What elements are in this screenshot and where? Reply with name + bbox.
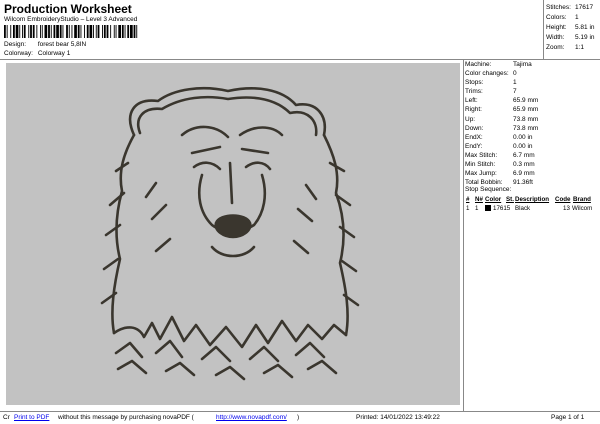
printed-timestamp: Printed: 14/01/2022 13:49:22: [356, 414, 440, 421]
design-value: forest bear 5,8IN: [37, 41, 87, 48]
bear-embroidery-image: [100, 86, 360, 381]
design-label: Design:: [4, 41, 27, 48]
summary-stats: Stitches: 17617 Colors: 1 Height: 5.81 in W…: [546, 3, 598, 53]
design-row: Design: forest bear 5,8IN: [4, 41, 86, 48]
stat-zoom: Zoom: 1:1: [546, 44, 585, 51]
detail-row: Min Stitch: 0.3 mm: [465, 161, 535, 169]
detail-row: Right: 65.9 mm: [465, 106, 539, 114]
barcode: [4, 25, 138, 38]
novapdf-url-link[interactable]: http://www.novapdf.com/: [216, 414, 287, 421]
table-header: # N# Color St. Description Code Brand: [466, 196, 591, 203]
table-row: 1 1 17615 Black 13 Wilcom: [466, 205, 593, 212]
software-subtitle: Wilcom EmbroideryStudio – Level 3 Advanc…: [4, 16, 138, 23]
page-title: Production Worksheet: [4, 2, 132, 16]
detail-row: Max Stitch: 6.7 mm: [465, 151, 535, 159]
design-preview: [6, 63, 460, 405]
stat-colors: Colors: 1: [546, 14, 579, 21]
detail-row: Left: 65.9 mm: [465, 97, 539, 105]
footer-cr: Cr: [3, 414, 10, 421]
detail-row: Up: 73.8 mm: [465, 115, 539, 123]
stats-divider: [543, 0, 544, 59]
novapdf-message: without this message by purchasing novaP…: [58, 414, 194, 421]
colorway-value: Colorway 1: [37, 50, 71, 57]
colorway-label: Colorway:: [4, 50, 33, 57]
detail-row: Color changes: 0: [465, 70, 517, 78]
stat-width: Width: 5.19 in: [546, 34, 595, 41]
detail-row: EndY: 0.00 in: [465, 142, 533, 150]
colorway-row: Colorway: Colorway 1: [4, 50, 70, 57]
detail-row: EndX: 0.00 in: [465, 133, 533, 141]
detail-row: Machine: Tajima: [465, 61, 532, 68]
detail-row: Down: 73.8 mm: [465, 124, 539, 132]
footer: Cr Print to PDF without this message by …: [0, 412, 600, 424]
detail-row: Stops: 1: [465, 79, 517, 87]
stop-sequence-heading: Stop Sequence:: [465, 186, 512, 193]
detail-row: Trims: 7: [465, 88, 517, 96]
panel-divider: [463, 59, 464, 411]
page-count: Page 1 of 1: [551, 414, 585, 421]
color-swatch: [485, 205, 491, 211]
stop-sequence-table: # N# Color St. Description Code Brand 1 …: [465, 195, 598, 213]
detail-row: Max Jump: 6.9 mm: [465, 170, 535, 178]
stat-stitches: Stitches: 17617: [546, 4, 594, 11]
footer-close-paren: ): [297, 414, 300, 421]
stat-height: Height: 5.81 in: [546, 24, 595, 31]
print-to-pdf-link[interactable]: Print to PDF: [14, 414, 49, 421]
machine-details: Machine: Tajima Color changes: 0 Stops: 1 T…: [465, 60, 600, 187]
